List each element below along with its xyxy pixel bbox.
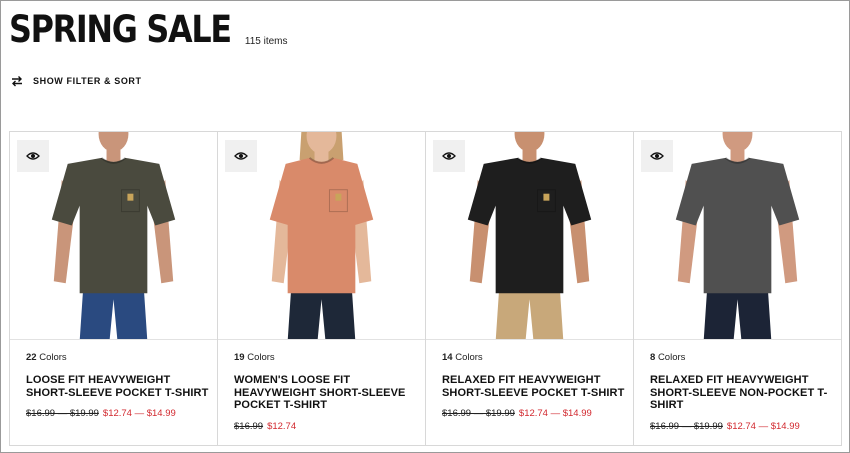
color-count: 19 Colors [234,352,275,363]
show-filter-sort-button[interactable]: SHOW FILTER & SORT [11,75,142,87]
page-header: SPRING SALE 115 items [9,11,288,49]
price: $16.99 — $19.99 $12.74 — $14.99 [650,421,833,432]
eye-icon [650,152,664,160]
quick-view-button[interactable] [641,140,673,172]
product-image[interactable] [10,132,217,340]
product-card[interactable]: 14 Colors RELAXED FIT HEAVYWEIGHT SHORT-… [426,132,634,445]
color-count: 14 Colors [442,352,483,363]
price: $16.99 $12.74 [234,421,417,432]
product-name[interactable]: RELAXED FIT HEAVYWEIGHT SHORT-SLEEVE POC… [442,374,625,399]
price: $16.99 — $19.99 $12.74 — $14.99 [442,408,625,419]
original-price: $16.99 [234,420,264,432]
page-title: SPRING SALE [9,8,232,51]
product-grid: 22 Colors LOOSE FIT HEAVYWEIGHT SHORT-SL… [9,131,842,446]
product-card[interactable]: 22 Colors LOOSE FIT HEAVYWEIGHT SHORT-SL… [10,132,218,445]
quick-view-button[interactable] [17,140,49,172]
product-image[interactable] [218,132,425,340]
product-card[interactable]: 8 Colors RELAXED FIT HEAVYWEIGHT SHORT-S… [634,132,841,445]
swap-arrows-icon [12,76,22,87]
original-price: $16.99 — $19.99 [26,408,99,419]
product-card[interactable]: 19 Colors WOMEN'S LOOSE FIT HEAVYWEIGHT … [218,132,426,445]
item-count: 115 items [244,36,288,47]
color-count: 8 Colors [650,352,686,363]
price: $16.99 — $19.99 $12.74 — $14.99 [26,408,209,419]
quick-view-button[interactable] [433,140,465,172]
original-price: $16.99 — $19.99 [442,408,515,419]
eye-icon [26,152,40,160]
eye-icon [442,152,456,160]
product-image[interactable] [634,132,841,340]
color-count: 22 Colors [26,352,67,363]
eye-icon [234,152,248,160]
product-name[interactable]: RELAXED FIT HEAVYWEIGHT SHORT-SLEEVE NON… [650,374,833,412]
original-price: $16.99 — $19.99 [650,420,723,432]
quick-view-button[interactable] [225,140,257,172]
sale-price: $12.74 — $14.99 [102,408,176,419]
sale-price: $12.74 [267,420,297,432]
product-name[interactable]: LOOSE FIT HEAVYWEIGHT SHORT-SLEEVE POCKE… [26,374,209,399]
sale-price: $12.74 — $14.99 [518,408,592,419]
product-image[interactable] [426,132,633,340]
product-name[interactable]: WOMEN'S LOOSE FIT HEAVYWEIGHT SHORT-SLEE… [234,374,417,412]
filter-sort-label: SHOW FILTER & SORT [33,76,142,86]
sale-price: $12.74 — $14.99 [726,420,800,432]
